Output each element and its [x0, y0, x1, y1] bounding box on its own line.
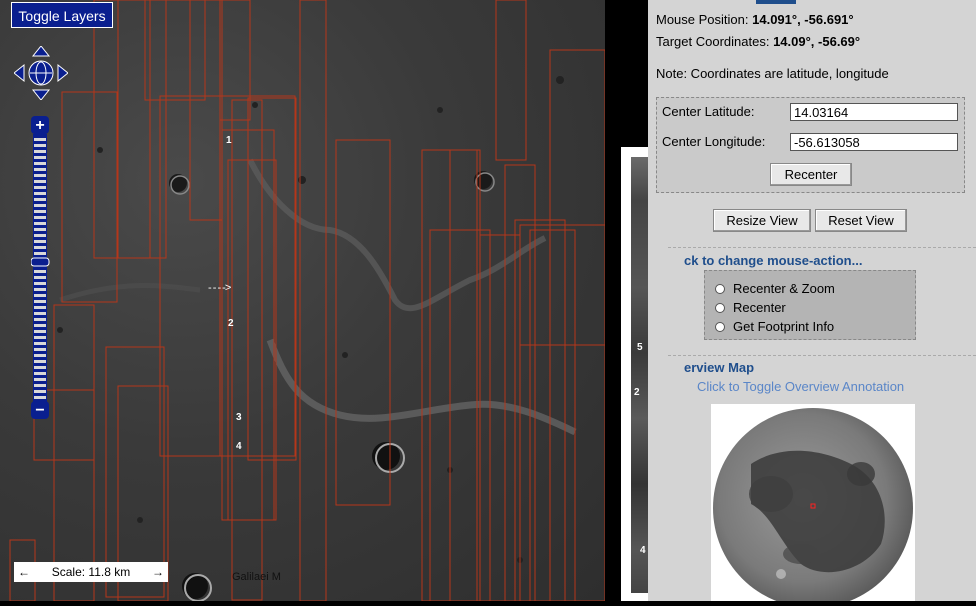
zoom-tick[interactable] — [34, 210, 46, 213]
radio-recenter-zoom[interactable]: Recenter & Zoom — [715, 281, 835, 296]
zoom-tick[interactable] — [34, 138, 46, 141]
strip-label: 5 — [637, 342, 643, 353]
zoom-tick[interactable] — [34, 372, 46, 375]
zoom-tick[interactable] — [34, 312, 46, 315]
pan-right-icon[interactable] — [57, 63, 68, 83]
radio-icon[interactable] — [715, 302, 725, 313]
zoom-tick[interactable] — [34, 150, 46, 153]
heading-fragment — [756, 0, 796, 4]
pan-up-icon[interactable] — [31, 46, 51, 57]
zoom-handle[interactable] — [31, 257, 50, 267]
zoom-tick[interactable] — [34, 390, 46, 393]
zoom-tick[interactable] — [34, 378, 46, 381]
mouse-action-heading[interactable]: ck to change mouse-action... — [684, 253, 862, 268]
craters — [57, 76, 564, 601]
zoom-tick[interactable] — [34, 252, 46, 255]
resize-view-button[interactable]: Resize View — [713, 209, 811, 232]
footprint-label[interactable]: 2 — [228, 318, 234, 329]
zoom-tick[interactable] — [34, 360, 46, 363]
radio-icon[interactable] — [715, 283, 725, 294]
direction-arrow: - - - -> — [208, 282, 231, 294]
reset-view-button[interactable]: Reset View — [815, 209, 907, 232]
zoom-tick[interactable] — [34, 324, 46, 327]
strip-label: 4 — [640, 545, 646, 556]
svg-text:+: + — [35, 117, 44, 134]
zoom-tick[interactable] — [34, 300, 46, 303]
mouse-position: Mouse Position: 14.091°, -56.691° — [656, 12, 854, 27]
radio-get-footprint-info[interactable]: Get Footprint Info — [715, 319, 834, 334]
pan-control[interactable] — [14, 46, 68, 100]
overview-map[interactable] — [711, 404, 915, 606]
zoom-tick[interactable] — [34, 342, 46, 345]
toggle-layers-button[interactable]: Toggle Layers — [11, 2, 113, 28]
zoom-tick[interactable] — [34, 180, 46, 183]
divider — [668, 355, 976, 356]
zoom-tick[interactable] — [34, 216, 46, 219]
toggle-overview-annotation-link[interactable]: Click to Toggle Overview Annotation — [697, 379, 904, 394]
center-latitude-input[interactable] — [790, 103, 958, 121]
zoom-tick[interactable] — [34, 354, 46, 357]
zoom-tick[interactable] — [34, 198, 46, 201]
coordinates-note: Note: Coordinates are latitude, longitud… — [656, 66, 889, 81]
zoom-tick[interactable] — [34, 384, 46, 387]
zoom-tick[interactable] — [34, 186, 46, 189]
pan-left-icon[interactable] — [14, 63, 25, 83]
zoom-tick[interactable] — [34, 240, 46, 243]
footprint-outlines — [9, 0, 605, 601]
zoom-tick[interactable] — [34, 348, 46, 351]
pan-down-icon[interactable] — [31, 89, 51, 100]
scale-label: Scale: 11.8 km — [51, 565, 131, 579]
feature-label: Galilaei M — [232, 571, 281, 583]
radio-recenter[interactable]: Recenter — [715, 300, 786, 315]
mouse-position-value: 14.091°, -56.691° — [752, 12, 854, 27]
zoom-slider[interactable]: + − — [31, 116, 51, 420]
moon-globe-image — [713, 408, 913, 606]
zoom-tick[interactable] — [34, 192, 46, 195]
zoom-tick[interactable] — [34, 222, 46, 225]
svg-text:−: − — [35, 402, 44, 419]
scale-right-arrow-icon: → — [151, 565, 164, 579]
divider — [668, 247, 976, 248]
center-latitude-label: Center Latitude: — [662, 104, 755, 119]
zoom-tick[interactable] — [34, 270, 46, 273]
footprint-label[interactable]: 3 — [236, 412, 242, 423]
zoom-tick[interactable] — [34, 204, 46, 207]
zoom-tick[interactable] — [34, 318, 46, 321]
radio-icon[interactable] — [715, 321, 725, 332]
overview-map-heading: erview Map — [684, 360, 755, 375]
center-longitude-input[interactable] — [790, 133, 958, 151]
target-coordinates: Target Coordinates: 14.09°, -56.69° — [656, 34, 861, 49]
zoom-tick[interactable] — [34, 276, 46, 279]
zoom-tick[interactable] — [34, 366, 46, 369]
strip-label: 2 — [634, 387, 640, 398]
mouse-action-options: Recenter & Zoom Recenter Get Footprint I… — [704, 270, 916, 340]
recenter-button[interactable]: Recenter — [770, 163, 852, 186]
zoom-tick[interactable] — [34, 246, 46, 249]
zoom-tick[interactable] — [34, 156, 46, 159]
zoom-tick[interactable] — [34, 336, 46, 339]
zoom-tick[interactable] — [34, 234, 46, 237]
zoom-tick[interactable] — [34, 288, 46, 291]
map-viewport[interactable]: Toggle Layers + − 1 2 3 4 - - - -> Galil… — [0, 0, 605, 601]
zoom-tick[interactable] — [34, 396, 46, 399]
zoom-tick[interactable] — [34, 174, 46, 177]
zoom-tick[interactable] — [34, 306, 46, 309]
zoom-tick[interactable] — [34, 144, 46, 147]
zoom-tick[interactable] — [34, 168, 46, 171]
scale-bar: ← Scale: 11.8 km → — [14, 562, 168, 582]
center-longitude-label: Center Longitude: — [662, 134, 766, 149]
zoom-tick[interactable] — [34, 330, 46, 333]
zoom-tick[interactable] — [34, 228, 46, 231]
zoom-tick[interactable] — [34, 282, 46, 285]
footprint-label[interactable]: 4 — [236, 441, 242, 452]
target-coordinates-value: 14.09°, -56.69° — [773, 34, 861, 49]
footprint-label[interactable]: 1 — [226, 135, 232, 146]
zoom-tick[interactable] — [34, 162, 46, 165]
scale-left-arrow-icon: ← — [18, 565, 30, 579]
zoom-tick[interactable] — [34, 294, 46, 297]
lunar-terrain-image — [9, 0, 605, 601]
